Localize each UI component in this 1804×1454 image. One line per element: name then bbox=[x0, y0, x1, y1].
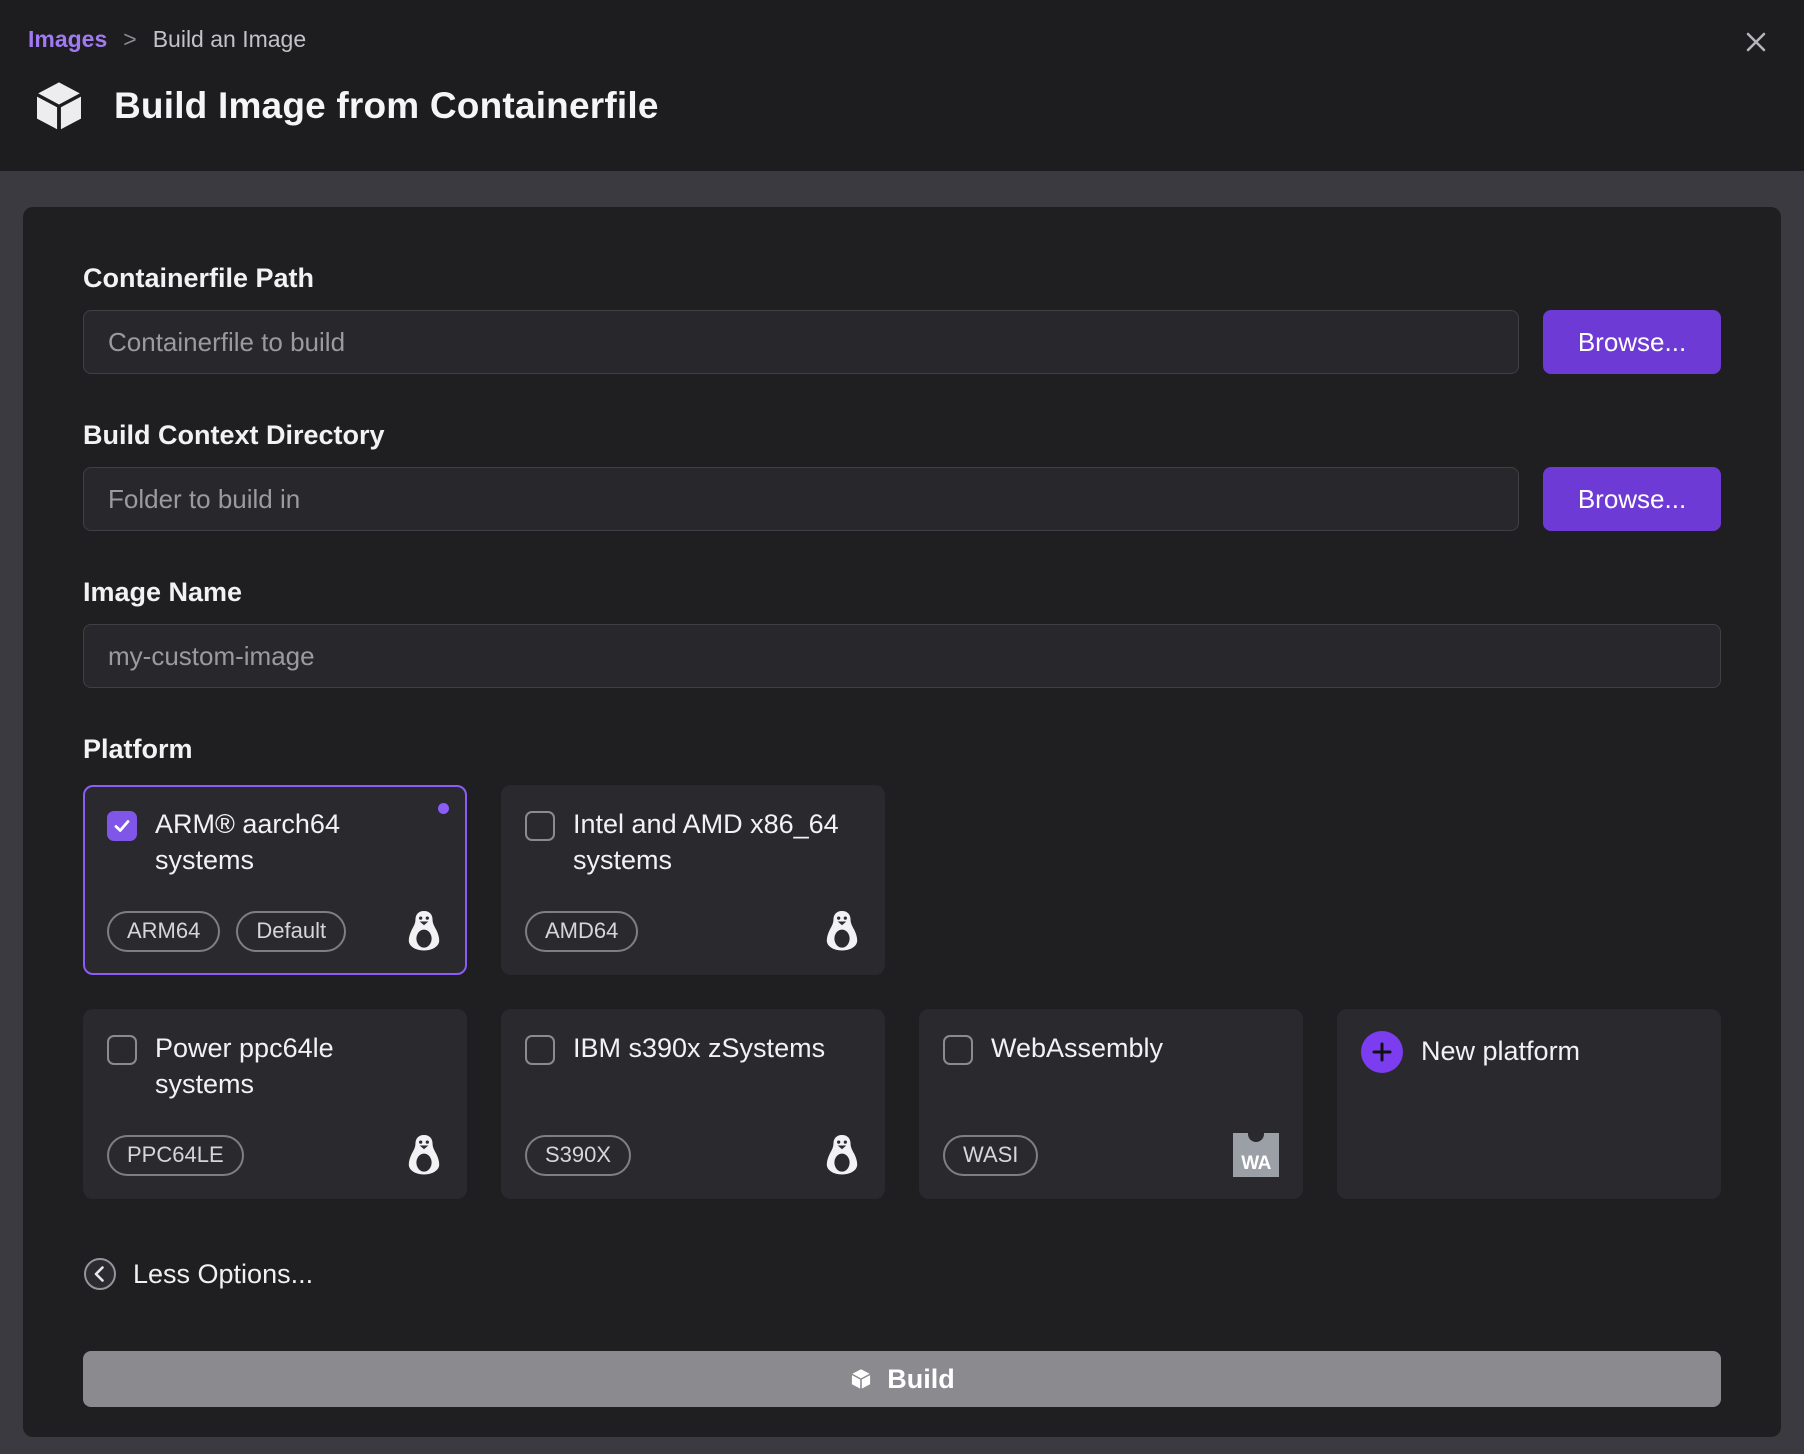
new-platform-label: New platform bbox=[1421, 1034, 1580, 1070]
platform-section: Platform ARM® aarch64 systems ARM64 Defa… bbox=[83, 734, 1721, 1199]
build-form-panel: Containerfile Path Browse... Build Conte… bbox=[23, 207, 1781, 1437]
webassembly-icon: WA bbox=[1233, 1133, 1279, 1177]
platform-card-ppc64le[interactable]: Power ppc64le systems PPC64LE bbox=[83, 1009, 467, 1199]
containerfile-path-section: Containerfile Path Browse... bbox=[83, 263, 1721, 374]
containerfile-path-input[interactable] bbox=[83, 310, 1519, 374]
arch-badge: AMD64 bbox=[525, 911, 638, 952]
cube-icon bbox=[849, 1367, 873, 1391]
image-name-label: Image Name bbox=[83, 577, 1721, 608]
linux-tux-icon bbox=[823, 1133, 861, 1177]
platform-card-label: WebAssembly bbox=[991, 1031, 1163, 1067]
amd64-checkbox[interactable] bbox=[525, 811, 555, 841]
title-row: Build Image from Containerfile bbox=[28, 77, 1774, 135]
arch-badge: ARM64 bbox=[107, 911, 220, 952]
less-options-toggle[interactable]: Less Options... bbox=[83, 1257, 313, 1291]
close-icon bbox=[1742, 28, 1770, 56]
ppc64le-checkbox[interactable] bbox=[107, 1035, 137, 1065]
build-context-input[interactable] bbox=[83, 467, 1519, 531]
dialog-header: Images > Build an Image Build Image from… bbox=[0, 0, 1804, 171]
page-title: Build Image from Containerfile bbox=[114, 85, 659, 127]
webassembly-checkbox[interactable] bbox=[943, 1035, 973, 1065]
platform-card-s390x[interactable]: IBM s390x zSystems S390X bbox=[501, 1009, 885, 1199]
breadcrumb-images-link[interactable]: Images bbox=[28, 26, 107, 53]
less-options-label: Less Options... bbox=[133, 1259, 313, 1290]
platform-card-label: Intel and AMD x86_64 systems bbox=[573, 807, 841, 878]
platform-card-label: IBM s390x zSystems bbox=[573, 1031, 825, 1067]
build-row: Build bbox=[83, 1311, 1721, 1407]
containerfile-path-browse-button[interactable]: Browse... bbox=[1543, 310, 1721, 374]
linux-tux-icon bbox=[405, 1133, 443, 1177]
arch-badge: S390X bbox=[525, 1135, 631, 1176]
container-image-icon bbox=[30, 77, 88, 135]
new-platform-card[interactable]: New platform bbox=[1337, 1009, 1721, 1199]
platform-card-arm64[interactable]: ARM® aarch64 systems ARM64 Default bbox=[83, 785, 467, 975]
image-name-input[interactable] bbox=[83, 624, 1721, 688]
platform-cards-row-1: ARM® aarch64 systems ARM64 Default bbox=[83, 785, 1721, 975]
chevron-left-circle-icon bbox=[83, 1257, 117, 1291]
platform-card-label: Power ppc64le systems bbox=[155, 1031, 423, 1102]
platform-label: Platform bbox=[83, 734, 1721, 765]
linux-tux-icon bbox=[405, 909, 443, 953]
plus-icon bbox=[1361, 1031, 1403, 1073]
breadcrumb-separator: > bbox=[123, 26, 136, 53]
arch-badge: PPC64LE bbox=[107, 1135, 244, 1176]
build-context-label: Build Context Directory bbox=[83, 420, 1721, 451]
default-badge: Default bbox=[236, 911, 346, 952]
arch-badge: WASI bbox=[943, 1135, 1038, 1176]
image-name-section: Image Name bbox=[83, 577, 1721, 688]
build-button-label: Build bbox=[887, 1364, 955, 1395]
selected-indicator-dot bbox=[438, 803, 449, 814]
platform-card-label: ARM® aarch64 systems bbox=[155, 807, 423, 878]
breadcrumb: Images > Build an Image bbox=[28, 26, 1774, 53]
build-context-browse-button[interactable]: Browse... bbox=[1543, 467, 1721, 531]
s390x-checkbox[interactable] bbox=[525, 1035, 555, 1065]
platform-cards-row-2: Power ppc64le systems PPC64LE bbox=[83, 1009, 1721, 1199]
linux-tux-icon bbox=[823, 909, 861, 953]
close-button[interactable] bbox=[1738, 24, 1774, 60]
arm64-checkbox[interactable] bbox=[107, 811, 137, 841]
build-button[interactable]: Build bbox=[83, 1351, 1721, 1407]
platform-card-amd64[interactable]: Intel and AMD x86_64 systems AMD64 bbox=[501, 785, 885, 975]
breadcrumb-current: Build an Image bbox=[153, 26, 306, 53]
containerfile-path-label: Containerfile Path bbox=[83, 263, 1721, 294]
platform-card-webassembly[interactable]: WebAssembly WASI WA bbox=[919, 1009, 1303, 1199]
build-context-section: Build Context Directory Browse... bbox=[83, 420, 1721, 531]
